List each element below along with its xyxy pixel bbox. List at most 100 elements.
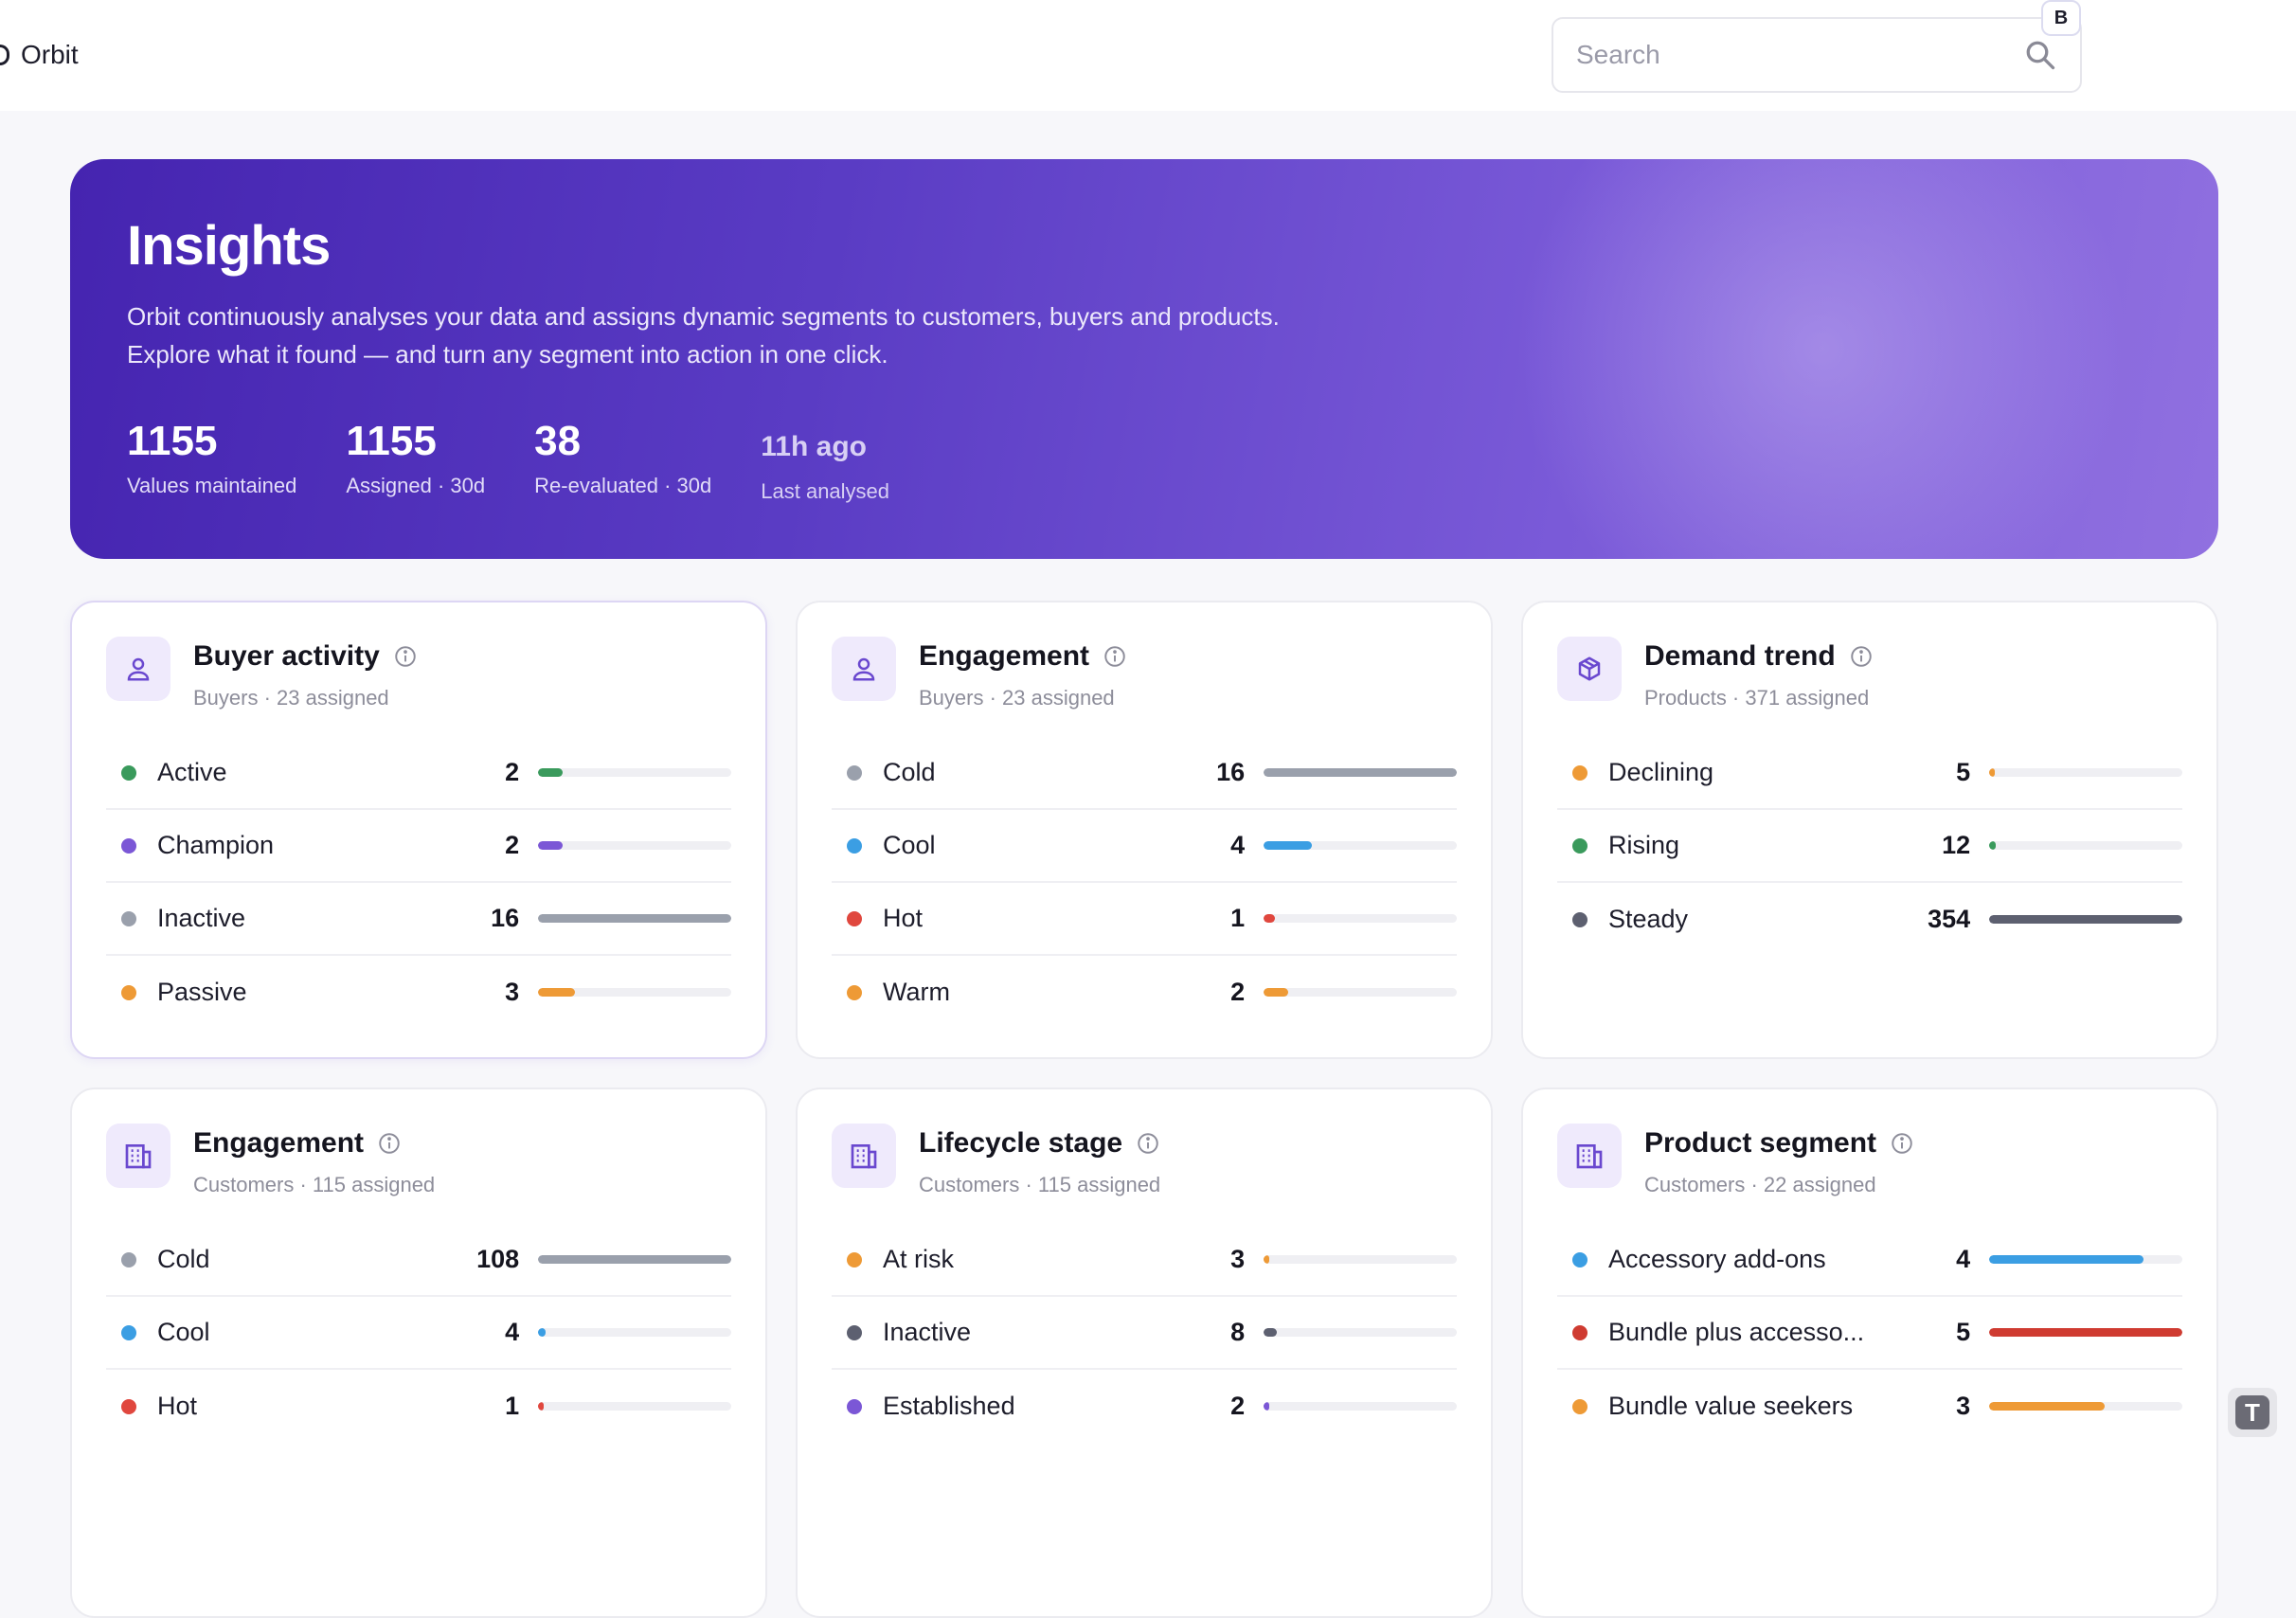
segment-card-lifecycle-stage[interactable]: Lifecycle stage Customers · 115 assigned…	[796, 1088, 1493, 1618]
stat-label: Re-evaluated · 30d	[534, 474, 712, 497]
segment-bar-track	[1989, 1402, 2182, 1411]
segment-bar-fill	[538, 1328, 547, 1337]
segment-label: Champion	[157, 831, 275, 859]
stat-value: 11h ago	[761, 431, 867, 462]
segment-bar-track	[538, 988, 731, 997]
segment-bar-fill	[1264, 768, 1457, 777]
segment-row[interactable]: Passive 3	[106, 956, 731, 1029]
segment-row[interactable]: Accessory add-ons 4	[1557, 1224, 2182, 1297]
segment-color-dot	[847, 764, 862, 781]
segment-bar-track	[1264, 914, 1457, 923]
segment-bar-fill	[1264, 1402, 1270, 1411]
segment-row[interactable]: Hot 1	[106, 1370, 731, 1443]
segment-color-dot	[847, 1251, 862, 1267]
app-brand[interactable]: Orbit	[0, 36, 79, 74]
segment-label: Rising	[1608, 831, 1680, 859]
segment-label: Inactive	[883, 1318, 972, 1346]
segment-color-dot	[847, 1324, 862, 1340]
segment-count: 2	[505, 831, 520, 859]
segment-label: Cold	[157, 1245, 210, 1273]
segment-row[interactable]: Cool 4	[832, 810, 1457, 883]
user-avatar[interactable]: B	[2041, 0, 2081, 36]
segment-row[interactable]: At risk 3	[832, 1224, 1457, 1297]
segment-row[interactable]: Active 2	[106, 737, 731, 810]
segment-bar-fill	[538, 841, 563, 850]
floating-text-tool-button[interactable]: T	[2228, 1388, 2277, 1437]
info-icon[interactable]	[1103, 644, 1127, 669]
card-title: Product segment	[1644, 1127, 1877, 1159]
stat-value: 38	[534, 418, 582, 464]
segment-count: 2	[1230, 978, 1246, 1006]
segment-count: 354	[1928, 905, 1971, 933]
segment-bar-fill	[1989, 768, 1996, 777]
segment-count: 8	[1230, 1318, 1246, 1346]
segment-bar-track	[538, 1328, 731, 1337]
segment-color-dot	[121, 1324, 136, 1340]
info-icon[interactable]	[1890, 1131, 1914, 1156]
segment-row[interactable]: Champion 2	[106, 810, 731, 883]
segment-label: At risk	[883, 1245, 955, 1273]
segment-bar-track	[538, 841, 731, 850]
segment-bar-fill	[1264, 1328, 1278, 1337]
segment-bar-fill	[1989, 1255, 2144, 1264]
segment-bar-fill	[1989, 1402, 2106, 1411]
segment-row[interactable]: Established 2	[832, 1370, 1457, 1443]
segment-color-dot	[847, 1398, 862, 1414]
card-title: Engagement	[193, 1127, 365, 1159]
segment-color-dot	[1572, 837, 1587, 854]
stat-value: 1155	[346, 418, 437, 464]
stat-label: Last analysed	[761, 479, 890, 503]
segment-bar-fill	[538, 1255, 731, 1264]
segment-card-buyer-engagement[interactable]: Engagement Buyers · 23 assigned Cold 16 Co…	[796, 601, 1493, 1059]
segment-row[interactable]: Steady 354	[1557, 883, 2182, 956]
segment-row[interactable]: Rising 12	[1557, 810, 2182, 883]
segment-color-dot	[121, 910, 136, 926]
building-icon	[832, 1124, 896, 1188]
hero-glow	[1491, 159, 2154, 559]
logo-icon	[0, 45, 9, 65]
card-subtitle: Customers · 115 assigned	[919, 1173, 1161, 1196]
segment-card-demand-trend[interactable]: Demand trend Products · 371 assigned Dec…	[1521, 601, 2218, 1059]
segment-row[interactable]: Cold 108	[106, 1224, 731, 1297]
segment-color-dot	[847, 984, 862, 1000]
info-icon[interactable]	[377, 1131, 402, 1156]
segment-label: Passive	[157, 978, 247, 1006]
segment-bar-track	[1989, 1255, 2182, 1264]
segment-count: 16	[491, 904, 520, 932]
segment-card-product-segment[interactable]: Product segment Customers · 22 assigned …	[1521, 1088, 2218, 1618]
search-box[interactable]	[1552, 17, 2082, 93]
segment-row[interactable]: Cool 4	[106, 1297, 731, 1370]
segment-bar-track	[1264, 1328, 1457, 1337]
card-subtitle: Customers · 22 assigned	[1644, 1173, 1876, 1196]
segment-row[interactable]: Declining 5	[1557, 737, 2182, 810]
segment-color-dot	[1572, 911, 1587, 927]
segment-row[interactable]: Bundle plus accesso... 5	[1557, 1297, 2182, 1370]
segment-bar-track	[1264, 988, 1457, 997]
segment-row[interactable]: Inactive 16	[106, 883, 731, 956]
segment-bar-fill	[538, 768, 563, 777]
search-input[interactable]	[1576, 40, 2023, 70]
person-icon	[832, 637, 896, 701]
info-icon[interactable]	[393, 644, 418, 669]
search-icon[interactable]	[2023, 38, 2057, 72]
segment-count: 2	[1230, 1392, 1246, 1420]
segment-label: Steady	[1608, 905, 1689, 933]
segment-row[interactable]: Inactive 8	[832, 1297, 1457, 1370]
info-icon[interactable]	[1136, 1131, 1160, 1156]
segment-bar-fill	[1264, 988, 1288, 997]
segment-card-customer-engagement[interactable]: Engagement Customers · 115 assigned Cold…	[70, 1088, 767, 1618]
top-bar: Orbit B	[0, 0, 2296, 111]
segment-bar-fill	[1989, 841, 1997, 850]
info-icon[interactable]	[1849, 644, 1874, 669]
segment-color-dot	[121, 837, 136, 854]
stat-re-evaluated: 38 Re-evaluated · 30d	[534, 417, 711, 504]
segment-bar-fill	[1264, 914, 1276, 923]
segment-row[interactable]: Bundle value seekers 3	[1557, 1370, 2182, 1443]
segment-count: 16	[1216, 758, 1246, 786]
segment-row[interactable]: Cold 16	[832, 737, 1457, 810]
segment-row[interactable]: Warm 2	[832, 956, 1457, 1029]
box-icon	[1557, 637, 1622, 701]
segment-row[interactable]: Hot 1	[832, 883, 1457, 956]
segment-card-buyer-activity[interactable]: Buyer activity Buyers · 23 assigned Acti…	[70, 601, 767, 1059]
segment-color-dot	[1572, 1251, 1587, 1267]
